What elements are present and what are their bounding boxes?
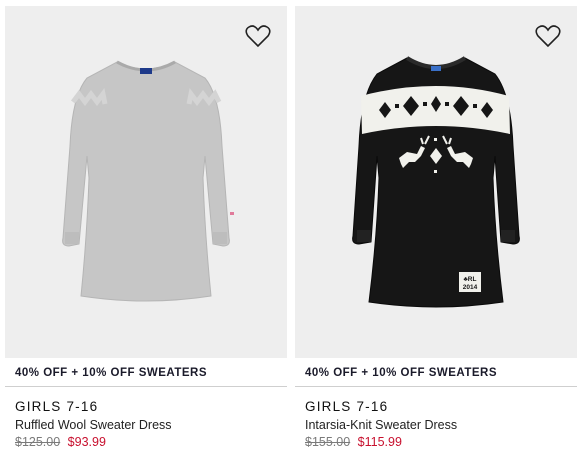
promo-label: 40% OFF + 10% OFF SWEATERS bbox=[15, 367, 208, 379]
price-block: $125.00 $93.99 bbox=[15, 435, 106, 449]
product-name-link[interactable]: Intarsia-Knit Sweater Dress bbox=[305, 418, 457, 432]
product-image[interactable]: ♣RL 2014 bbox=[295, 6, 577, 358]
black-intarsia-sweater-dress-image: ♣RL 2014 bbox=[352, 56, 520, 308]
sale-price: $93.99 bbox=[67, 435, 106, 449]
product-name-link[interactable]: Ruffled Wool Sweater Dress bbox=[15, 418, 172, 432]
promo-label: 40% OFF + 10% OFF SWEATERS bbox=[305, 367, 498, 379]
grey-sweater-dress-image bbox=[62, 60, 234, 302]
price-block: $155.00 $115.99 bbox=[305, 435, 402, 449]
original-price: $155.00 bbox=[305, 435, 351, 449]
product-card[interactable]: 40% OFF + 10% OFF SWEATERS GIRLS 7-16 Ru… bbox=[5, 6, 287, 451]
divider bbox=[295, 386, 577, 387]
divider bbox=[5, 386, 287, 387]
rl-patch-line2: 2014 bbox=[463, 284, 478, 291]
product-grid: 40% OFF + 10% OFF SWEATERS GIRLS 7-16 Ru… bbox=[0, 0, 582, 451]
heart-outline-icon[interactable] bbox=[245, 24, 271, 48]
product-card[interactable]: ♣RL 2014 40% OFF + 10% OFF SWEATERS GIRL… bbox=[295, 6, 577, 451]
heart-outline-icon[interactable] bbox=[535, 24, 561, 48]
product-image[interactable] bbox=[5, 6, 287, 358]
product-category: GIRLS 7-16 bbox=[305, 399, 389, 414]
original-price: $125.00 bbox=[15, 435, 61, 449]
product-category: GIRLS 7-16 bbox=[15, 399, 99, 414]
sale-price: $115.99 bbox=[357, 435, 402, 449]
rl-patch-line1: ♣RL bbox=[464, 276, 477, 283]
